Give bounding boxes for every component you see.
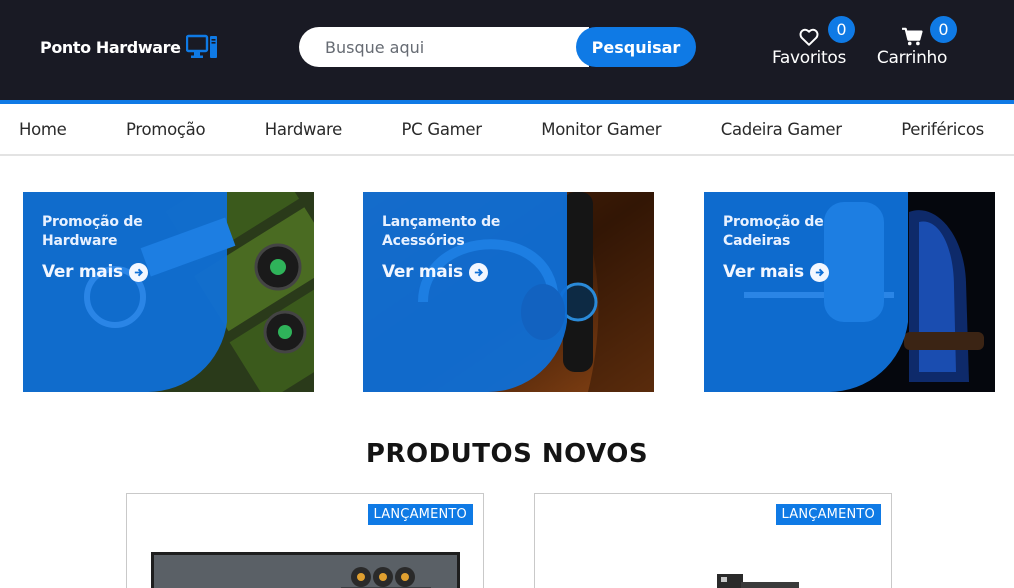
top-header: Ponto Hardware Pesquisar Favoritos 0 <box>0 0 1014 100</box>
favorites-count-badge: 0 <box>828 16 855 43</box>
desktop-computer-icon <box>185 34 217 58</box>
search-bar: Pesquisar <box>299 27 696 67</box>
nav-item-cadeira-gamer[interactable]: Cadeira Gamer <box>721 120 842 139</box>
search-input[interactable] <box>299 27 589 67</box>
arrow-right-icon <box>809 262 829 282</box>
cart-count-badge: 0 <box>930 16 957 43</box>
logo[interactable]: Ponto Hardware <box>40 34 218 60</box>
arrow-right-icon <box>468 262 488 282</box>
banner-accessories-launch[interactable]: Lançamento de Acessórios Ver mais <box>363 192 654 392</box>
banner-chairs-promo[interactable]: Promoção de Cadeiras Ver mais <box>704 192 995 392</box>
cart-label: Carrinho <box>876 48 948 68</box>
banner-cta[interactable]: Ver mais <box>42 262 148 282</box>
search-button[interactable]: Pesquisar <box>576 27 696 67</box>
product-monitor-image <box>151 552 460 588</box>
product-component-image <box>717 574 799 588</box>
product-card[interactable]: LANÇAMENTO <box>126 493 484 588</box>
banner-cta-label: Ver mais <box>382 262 463 282</box>
banner-title: Lançamento de Acessórios <box>382 214 501 249</box>
launch-badge: LANÇAMENTO <box>367 504 473 525</box>
cart-button[interactable]: Carrinho 0 <box>873 16 957 68</box>
banner-title: Promoção de Cadeiras <box>723 214 824 249</box>
banner-cta[interactable]: Ver mais <box>723 262 829 282</box>
arrow-right-icon <box>128 262 148 282</box>
nav-item-pc-gamer[interactable]: PC Gamer <box>402 120 483 139</box>
favorites-button[interactable]: Favoritos 0 <box>768 16 855 68</box>
favorites-label: Favoritos <box>771 48 847 68</box>
launch-badge: LANÇAMENTO <box>775 504 881 525</box>
nav-item-monitor-gamer[interactable]: Monitor Gamer <box>541 120 661 139</box>
banner-cta[interactable]: Ver mais <box>382 262 488 282</box>
main-nav: Home Promoção Hardware PC Gamer Monitor … <box>0 104 1014 156</box>
heart-icon <box>799 28 819 46</box>
section-title-new-products: PRODUTOS NOVOS <box>365 439 649 469</box>
banner-cta-label: Ver mais <box>42 262 123 282</box>
nav-item-hardware[interactable]: Hardware <box>265 120 343 139</box>
nav-item-perifericos[interactable]: Periféricos <box>901 120 984 139</box>
banner-cta-label: Ver mais <box>723 262 804 282</box>
banner-title: Promoção de Hardware <box>42 214 143 249</box>
logo-text: Ponto Hardware <box>40 37 181 57</box>
shopping-cart-icon <box>902 27 923 46</box>
product-card[interactable]: LANÇAMENTO <box>534 493 892 588</box>
nav-item-promocao[interactable]: Promoção <box>126 120 206 139</box>
banner-hardware-promo[interactable]: Promoção de Hardware Ver mais <box>23 192 314 392</box>
nav-item-home[interactable]: Home <box>19 120 67 139</box>
